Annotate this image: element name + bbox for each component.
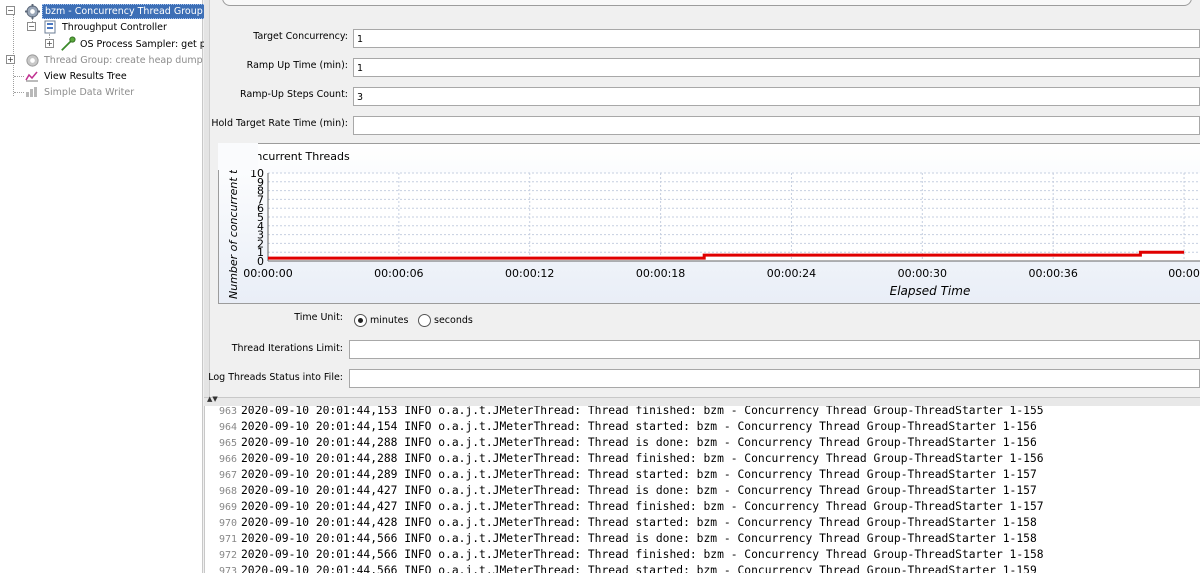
log-splitter[interactable] — [204, 397, 1200, 406]
log-line-text: 2020-09-10 20:01:44,288 INFO o.a.j.t.JMe… — [241, 436, 1037, 449]
log-line: 965 2020-09-10 20:01:44,288 INFO o.a.j.t.… — [205, 435, 1195, 451]
hold-target-rate-input[interactable] — [353, 116, 1200, 135]
log-line-number: 967 — [218, 470, 237, 481]
hold-target-rate-label: Hold Target Rate Time (min): — [211, 118, 348, 129]
target-concurrency-input[interactable]: 1 — [353, 29, 1200, 48]
x-tick-label: 00:00:12 — [505, 267, 554, 280]
log-line-number: 964 — [218, 422, 237, 433]
log-line-number: 965 — [218, 438, 237, 449]
tree-collapse-toggle[interactable]: − — [27, 22, 36, 31]
y-label-clip — [218, 143, 258, 170]
log-line-text: 2020-09-10 20:01:44,566 INFO o.a.j.t.JMe… — [241, 548, 1044, 561]
log-line-number: 966 — [218, 454, 237, 465]
gear-icon — [24, 52, 40, 68]
thread-iterations-label: Thread Iterations Limit: — [231, 343, 343, 354]
line-graph-icon — [24, 68, 40, 84]
x-axis-label: Elapsed Time — [890, 284, 971, 298]
tree-item-label: Throughput Controller — [62, 21, 167, 33]
tree-item-label: Thread Group: create heap dump — [44, 54, 203, 66]
x-tick-label: 00:00:00 — [243, 267, 292, 280]
log-line-text: 2020-09-10 20:01:44,289 INFO o.a.j.t.JMe… — [241, 468, 1037, 481]
tree-item-throughput-controller[interactable]: Throughput Controller — [42, 19, 169, 35]
log-viewer[interactable]: 963 2020-09-10 20:01:44,153 INFO o.a.j.t.… — [204, 406, 1200, 573]
log-line-text: 2020-09-10 20:01:44,566 INFO o.a.j.t.JMe… — [241, 532, 1037, 545]
log-threads-input[interactable] — [349, 369, 1200, 388]
log-line: 969 2020-09-10 20:01:44,427 INFO o.a.j.t.… — [205, 499, 1195, 515]
log-line-number: 973 — [218, 566, 237, 573]
log-line-text: 2020-09-10 20:01:44,153 INFO o.a.j.t.JMe… — [241, 406, 1044, 417]
log-line: 967 2020-09-10 20:01:44,289 INFO o.a.j.t.… — [205, 467, 1195, 483]
x-tick-label: 00:00:18 — [636, 267, 685, 280]
log-line: 964 2020-09-10 20:01:44,154 INFO o.a.j.t.… — [205, 419, 1195, 435]
log-line-text: 2020-09-10 20:01:44,154 INFO o.a.j.t.JMe… — [241, 420, 1037, 433]
tree-item-view-results-tree[interactable]: View Results Tree — [24, 68, 129, 84]
log-line: 963 2020-09-10 20:01:44,153 INFO o.a.j.t.… — [205, 406, 1195, 419]
test-plan-tree: − bzm - Concurrency Thread Group − Throu… — [0, 0, 206, 573]
tree-item-label: View Results Tree — [44, 70, 127, 82]
x-tick-label: 00:00:06 — [374, 267, 423, 280]
x-tick-label: 00:00 — [1168, 267, 1200, 280]
tree-item-label: Simple Data Writer — [44, 86, 135, 98]
log-line: 970 2020-09-10 20:01:44,428 INFO o.a.j.t.… — [205, 515, 1195, 531]
time-unit-minutes-radio[interactable] — [354, 314, 367, 327]
log-line: 971 2020-09-10 20:01:44,566 INFO o.a.j.t.… — [205, 531, 1195, 547]
log-line-number: 972 — [218, 550, 237, 561]
gear-icon — [24, 3, 40, 19]
tree-item-label: OS Process Sampler: get p — [80, 38, 206, 50]
ramp-up-steps-input[interactable]: 3 — [353, 87, 1200, 106]
log-line-number: 970 — [218, 518, 237, 529]
log-line-text: 2020-09-10 20:01:44,566 INFO o.a.j.t.JMe… — [241, 564, 1037, 573]
tree-expand-toggle[interactable]: + — [45, 39, 54, 48]
controller-icon — [42, 19, 58, 35]
log-line-number: 971 — [218, 534, 237, 545]
bar-graph-icon — [24, 84, 40, 100]
tree-item-os-process-sampler[interactable]: OS Process Sampler: get p — [60, 36, 208, 52]
tree-item-thread-group-heap-dump[interactable]: Thread Group: create heap dump — [24, 52, 205, 68]
tree-connector — [14, 76, 24, 77]
log-line-text: 2020-09-10 20:01:44,428 INFO o.a.j.t.JMe… — [241, 516, 1037, 529]
time-unit-seconds-radio[interactable] — [418, 314, 431, 327]
chart-plot: 01234567891000:00:00 00:00:06 00:00:12 00:0… — [218, 143, 1200, 299]
time-unit-label: Time Unit: — [294, 312, 343, 323]
log-line-text: 2020-09-10 20:01:44,427 INFO o.a.j.t.JMe… — [241, 484, 1037, 497]
log-line-text: 2020-09-10 20:01:44,427 INFO o.a.j.t.JMe… — [241, 500, 1044, 513]
x-tick-label: 00:00:30 — [898, 267, 947, 280]
ramp-up-steps-label: Ramp-Up Steps Count: — [240, 89, 348, 100]
x-tick-label: 00:00:24 — [767, 267, 816, 280]
thread-iterations-input[interactable] — [349, 340, 1200, 359]
time-unit-seconds-label[interactable]: seconds — [434, 315, 473, 326]
log-line-number: 969 — [218, 502, 237, 513]
tree-item-label: bzm - Concurrency Thread Group — [42, 3, 206, 19]
log-line-text: 2020-09-10 20:01:44,288 INFO o.a.j.t.JMe… — [241, 452, 1044, 465]
ramp-up-time-input[interactable]: 1 — [353, 58, 1200, 77]
ramp-up-time-label: Ramp Up Time (min): — [246, 60, 348, 71]
log-line-number: 963 — [218, 406, 237, 417]
splitter-arrows-icon[interactable]: ▲▼ — [207, 396, 218, 403]
log-threads-label: Log Threads Status into File: — [208, 372, 343, 383]
tree-expand-toggle[interactable]: + — [6, 55, 15, 64]
tree-connector — [14, 92, 24, 93]
time-unit-minutes-label[interactable]: minutes — [370, 315, 408, 326]
log-line: 972 2020-09-10 20:01:44,566 INFO o.a.j.t.… — [205, 547, 1195, 563]
log-line: 968 2020-09-10 20:01:44,427 INFO o.a.j.t.… — [205, 483, 1195, 499]
pipette-icon — [60, 36, 76, 52]
tree-item-concurrency-thread-group[interactable]: bzm - Concurrency Thread Group — [24, 3, 206, 19]
tree-item-simple-data-writer[interactable]: Simple Data Writer — [24, 84, 136, 100]
log-line: 966 2020-09-10 20:01:44,288 INFO o.a.j.t.… — [205, 451, 1195, 467]
tree-collapse-toggle[interactable]: − — [6, 6, 15, 15]
log-line-number: 968 — [218, 486, 237, 497]
scrolled-field — [222, 0, 1192, 6]
log-line: 973 2020-09-10 20:01:44,566 INFO o.a.j.t.… — [205, 563, 1195, 573]
x-tick-label: 00:00:36 — [1028, 267, 1077, 280]
target-concurrency-label: Target Concurrency: — [253, 31, 348, 42]
panel-edge — [204, 0, 210, 405]
